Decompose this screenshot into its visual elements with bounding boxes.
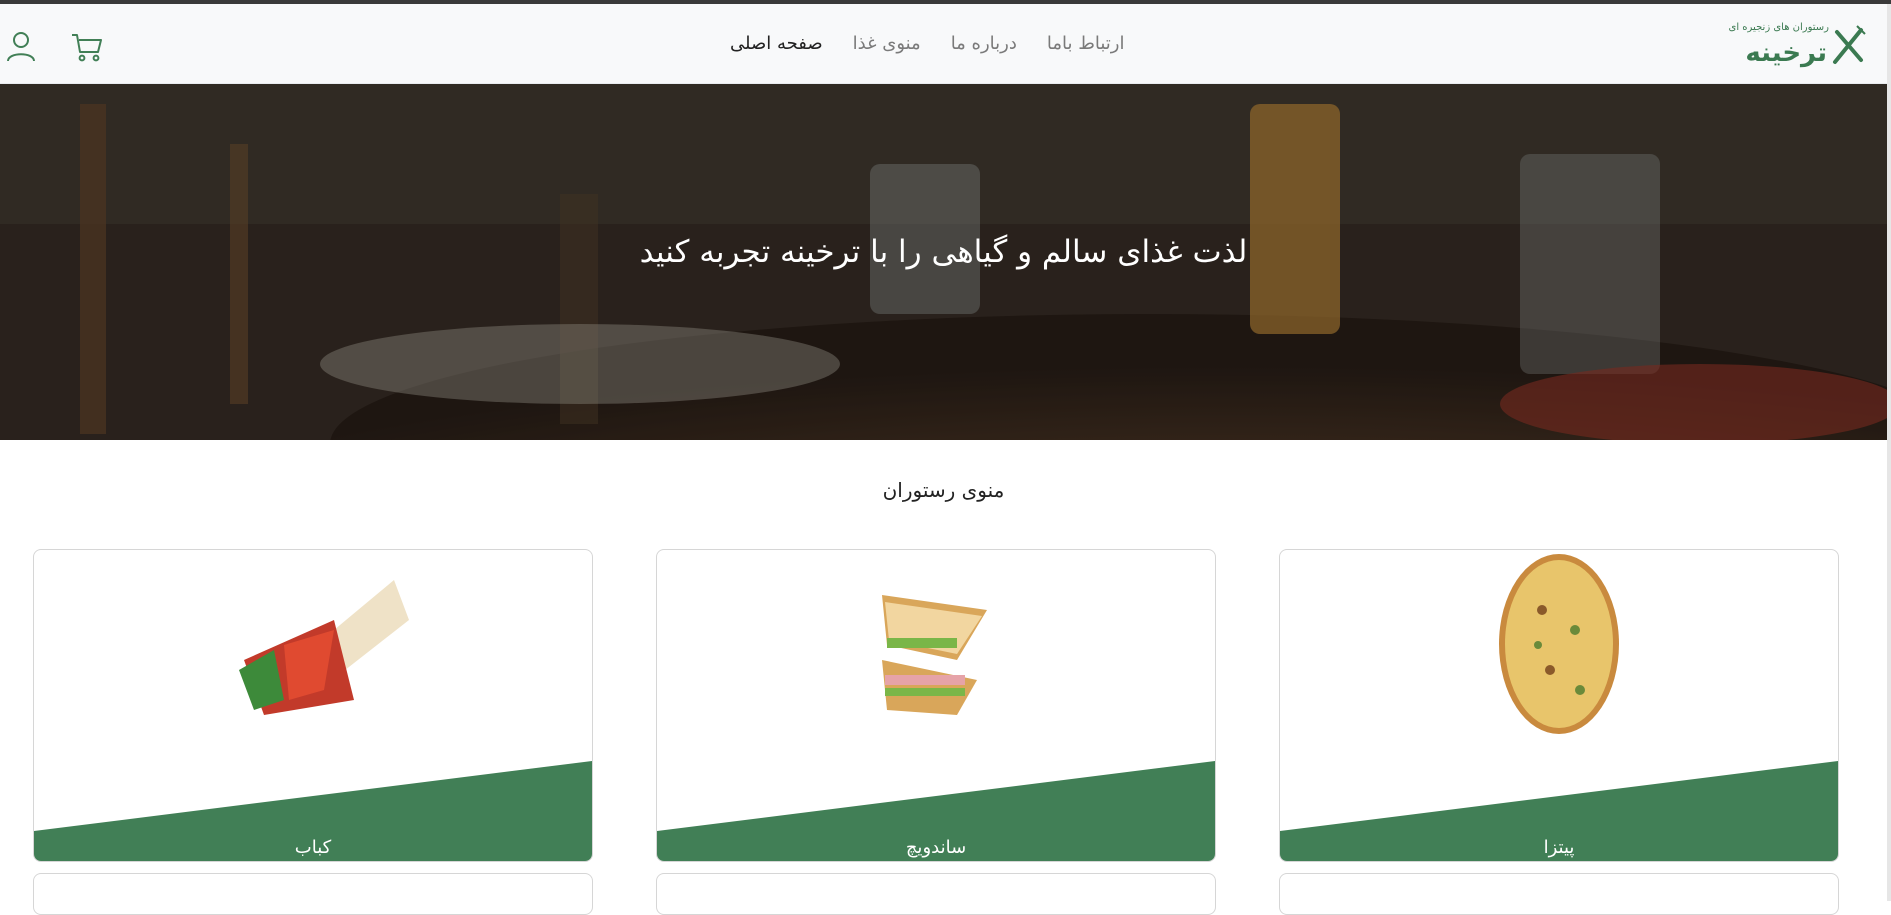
site-logo[interactable]: رستوران های زنجیره ای ترخینه [1729,18,1867,70]
nav-menu[interactable]: منوی غذا [853,33,921,54]
menu-section-title: منوی رستوران [882,478,1005,502]
main-nav: صفحه اصلی منوی غذا درباره ما ارتباط باما [700,4,1124,83]
site-header: صفحه اصلی منوی غذا درباره ما ارتباط باما… [0,4,1887,84]
sandwich-image [882,595,987,715]
card-label: پیتزا [1543,837,1575,858]
card-label: ساندویچ [905,837,967,858]
menu-card-pizza[interactable]: پیتزا [1279,549,1839,862]
hero-title: لذت غذای سالم و گیاهی را با ترخینه تجربه… [639,234,1248,270]
logo-text: ترخینه [1745,38,1827,68]
user-icon[interactable] [4,30,38,64]
menu-card-kebab[interactable]: کباب [33,549,593,862]
card-label: کباب [294,837,332,858]
logo-tagline: رستوران های زنجیره ای [1728,22,1829,33]
menu-card-next[interactable] [1279,873,1839,915]
page-scrollbar[interactable] [1887,4,1891,901]
menu-card-next[interactable] [656,873,1216,915]
wrap-image [239,580,409,715]
nav-home[interactable]: صفحه اصلی [730,33,823,54]
menu-card-sandwich[interactable]: ساندویچ [656,549,1216,862]
menu-card-next[interactable] [33,873,593,915]
cart-icon[interactable] [70,30,104,64]
pizza-image [1499,554,1619,734]
utensils-icon [1833,25,1866,64]
hero-banner: لذت غذای سالم و گیاهی را با ترخینه تجربه… [0,84,1887,440]
nav-contact[interactable]: ارتباط باما [1047,33,1125,54]
nav-about[interactable]: درباره ما [951,33,1017,54]
